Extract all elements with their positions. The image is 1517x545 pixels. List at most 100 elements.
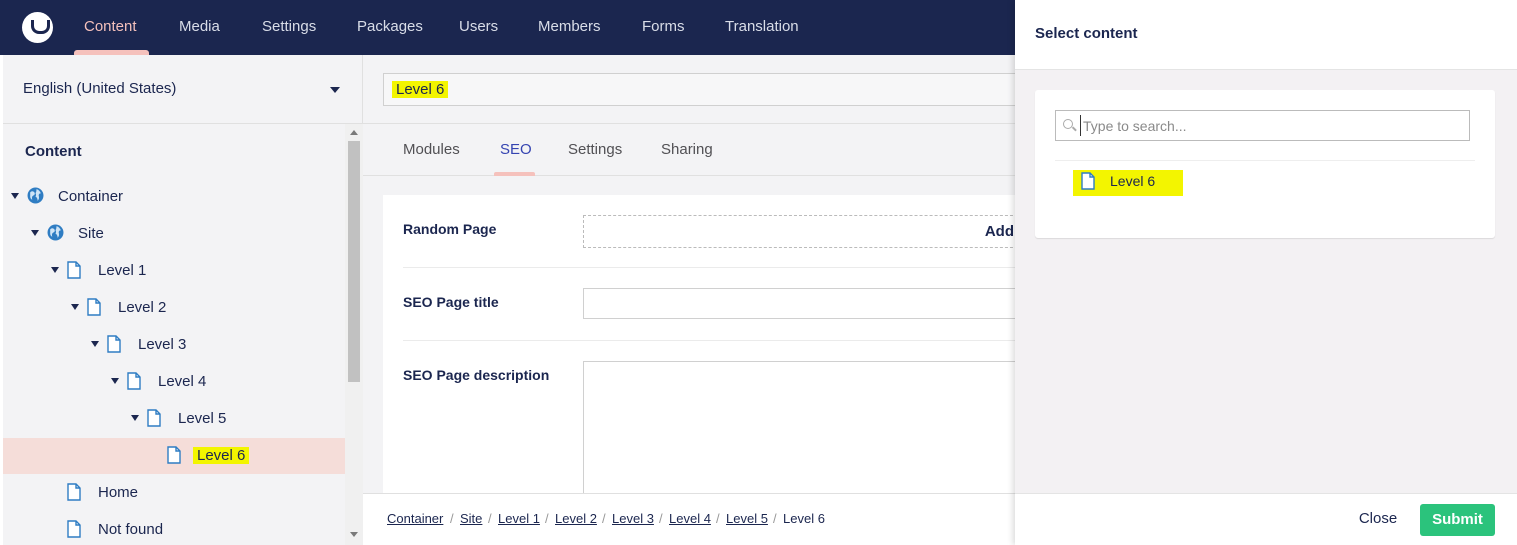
umbraco-logo-icon[interactable]	[22, 12, 53, 43]
expand-caret-icon[interactable]	[31, 230, 39, 236]
tree-item-site[interactable]: Site	[3, 216, 345, 252]
tree-item-level-6[interactable]: Level 6	[3, 438, 345, 474]
tree-item-label: Home	[98, 484, 139, 501]
breadcrumb-separator: /	[659, 511, 663, 526]
breadcrumb-item[interactable]: Level 4	[669, 511, 711, 526]
divider	[1055, 160, 1475, 161]
expand-caret-icon[interactable]	[131, 415, 139, 421]
document-icon	[1081, 172, 1095, 193]
breadcrumb-item[interactable]: Container	[387, 511, 443, 526]
nav-packages[interactable]: Packages	[357, 0, 423, 55]
dialog-header: Select content	[1015, 0, 1517, 70]
dialog-title: Select content	[1035, 25, 1138, 42]
tree-item-label: Level 5	[178, 410, 227, 427]
expand-caret-icon[interactable]	[11, 193, 19, 199]
tree-item-label: Level 1	[98, 262, 147, 279]
scroll-up-arrow-icon[interactable]	[350, 130, 358, 135]
tree-item-label: Not found	[98, 521, 164, 538]
scrollbar-thumb[interactable]	[348, 141, 360, 382]
globe-icon	[47, 224, 64, 244]
tree-item-label: Level 6	[193, 447, 250, 464]
nav-settings[interactable]: Settings	[262, 0, 316, 55]
document-icon	[147, 409, 161, 430]
chevron-down-icon[interactable]	[330, 87, 340, 93]
breadcrumb-separator: /	[488, 511, 492, 526]
search-field[interactable]	[1055, 110, 1470, 141]
breadcrumb-item[interactable]: Level 1	[498, 511, 540, 526]
tab-seo[interactable]: SEO	[500, 141, 532, 158]
tree-item-home[interactable]: Home	[3, 475, 345, 511]
breadcrumb-separator: /	[716, 511, 720, 526]
breadcrumb-item[interactable]: Level 2	[555, 511, 597, 526]
result-item-label: Level 6	[1110, 173, 1156, 189]
tree-item-label: Container	[58, 188, 124, 205]
search-input[interactable]	[1080, 115, 1460, 136]
nav-users[interactable]: Users	[459, 0, 498, 55]
submit-button[interactable]: Submit	[1420, 504, 1495, 536]
breadcrumb-item[interactable]: Site	[460, 511, 482, 526]
expand-caret-icon[interactable]	[91, 341, 99, 347]
language-selector[interactable]: English (United States)	[3, 55, 363, 124]
dialog-content-card: Level 6	[1035, 90, 1495, 238]
breadcrumb-separator: /	[602, 511, 606, 526]
nav-media[interactable]: Media	[179, 0, 220, 55]
nav-members[interactable]: Members	[538, 0, 601, 55]
active-tab-indicator	[494, 172, 535, 176]
breadcrumb-separator: /	[545, 511, 549, 526]
tab-settings[interactable]: Settings	[568, 141, 622, 158]
breadcrumb-item[interactable]: Level 3	[612, 511, 654, 526]
document-icon	[167, 446, 181, 467]
close-button[interactable]: Close	[1348, 504, 1408, 534]
tab-sharing[interactable]: Sharing	[661, 141, 713, 158]
tree-item-level-5[interactable]: Level 5	[3, 401, 345, 437]
content-name-value: Level 6	[392, 81, 449, 98]
tree-heading: Content	[25, 143, 82, 160]
document-icon	[67, 261, 81, 282]
expand-caret-icon[interactable]	[111, 378, 119, 384]
globe-icon	[27, 187, 44, 207]
tree-item-label: Site	[78, 225, 104, 242]
tree-item-not-found[interactable]: Not found	[3, 512, 345, 545]
properties-card: Random Page Add SEO Page title SEO Page …	[383, 195, 1023, 495]
breadcrumb-separator: /	[773, 511, 777, 526]
content-tree-panel: English (United States) Content Containe…	[3, 55, 363, 545]
breadcrumb-separator: /	[450, 511, 454, 526]
scroll-down-arrow-icon[interactable]	[350, 532, 358, 537]
search-icon	[1063, 119, 1073, 129]
tree-item-label: Level 4	[158, 373, 207, 390]
seo-title-label: SEO Page title	[403, 294, 499, 310]
document-icon	[107, 335, 121, 356]
editor-tabs: Modules SEO Settings Sharing	[363, 124, 1015, 176]
random-page-label: Random Page	[403, 221, 497, 237]
seo-title-input[interactable]	[583, 288, 1023, 319]
tree-item-level-2[interactable]: Level 2	[3, 290, 345, 326]
tree-item-label: Level 3	[138, 336, 187, 353]
tree-item-label: Level 2	[118, 299, 167, 316]
tab-modules[interactable]: Modules	[403, 141, 460, 158]
expand-caret-icon[interactable]	[51, 267, 59, 273]
name-bar: Level 6	[363, 55, 1023, 124]
divider	[403, 340, 1023, 341]
nav-content[interactable]: Content	[84, 0, 137, 55]
content-editor: Level 6 Modules SEO Settings Sharing Ran…	[363, 55, 1023, 545]
divider	[403, 267, 1023, 268]
add-label: Add	[984, 223, 1014, 240]
tree-item-level-3[interactable]: Level 3	[3, 327, 345, 363]
nav-forms[interactable]: Forms	[642, 0, 685, 55]
document-icon	[127, 372, 141, 393]
language-label: English (United States)	[23, 80, 177, 97]
tree-item-level-4[interactable]: Level 4	[3, 364, 345, 400]
expand-caret-icon[interactable]	[71, 304, 79, 310]
breadcrumb-item[interactable]: Level 5	[726, 511, 768, 526]
breadcrumb: Container / Site / Level 1 / Level 2 / L…	[363, 493, 1015, 545]
breadcrumb-current: Level 6	[783, 511, 825, 526]
result-item-level-6[interactable]: Level 6	[1073, 170, 1183, 196]
content-name-input[interactable]: Level 6	[383, 73, 1023, 106]
document-icon	[67, 483, 81, 504]
tree-item-container[interactable]: Container	[3, 179, 345, 215]
tree-item-level-1[interactable]: Level 1	[3, 253, 345, 289]
random-page-add-button[interactable]: Add	[583, 215, 1023, 248]
seo-description-textarea[interactable]	[583, 361, 1023, 495]
seo-description-label: SEO Page description	[403, 367, 550, 383]
nav-translation[interactable]: Translation	[725, 0, 799, 55]
